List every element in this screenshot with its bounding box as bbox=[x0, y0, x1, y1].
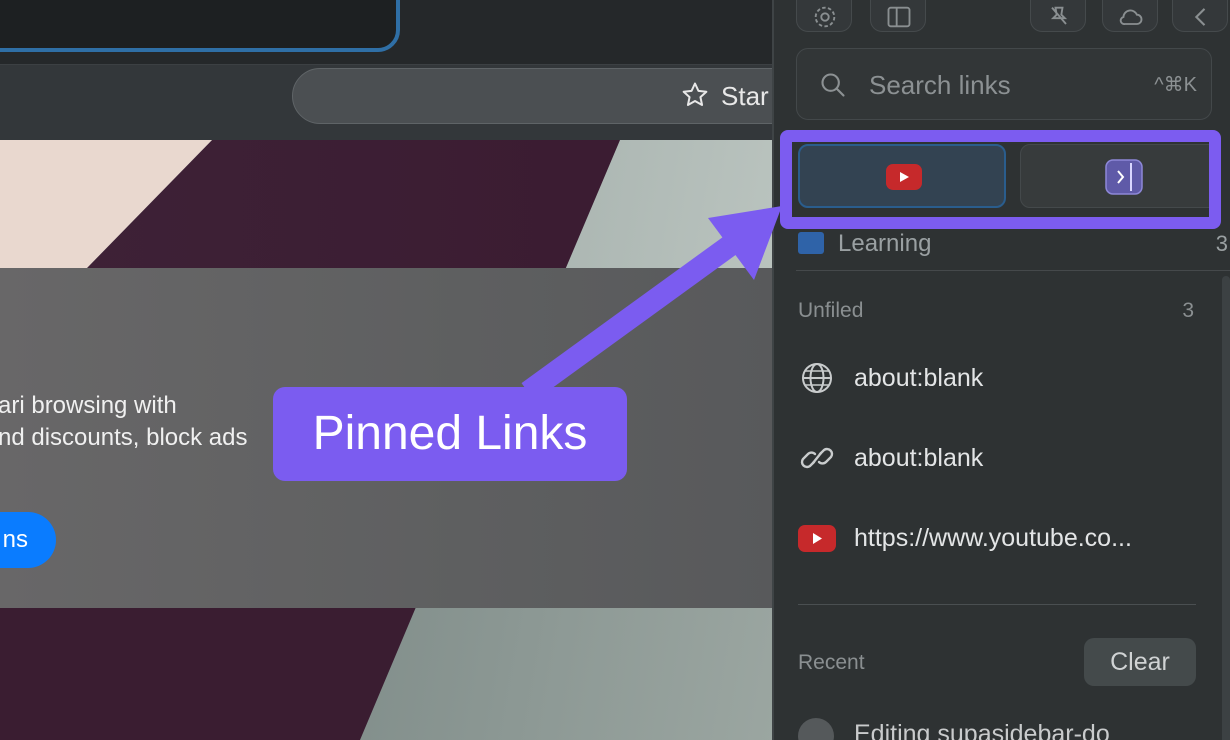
search-placeholder: Search links bbox=[869, 70, 1011, 100]
tab-bar bbox=[0, 0, 775, 64]
list-item[interactable]: https://www.youtube.co... bbox=[798, 516, 1198, 560]
list-item-label: https://www.youtube.co... bbox=[854, 524, 1132, 552]
promo-text: ari browsing with nd discounts, block ad… bbox=[0, 390, 247, 454]
gear-icon bbox=[814, 6, 836, 28]
collapse-button[interactable] bbox=[1172, 0, 1228, 32]
section-title-unfiled: Unfiled bbox=[798, 299, 864, 322]
promo-text-line: ari browsing with bbox=[0, 392, 177, 419]
github-icon bbox=[798, 718, 834, 740]
divider bbox=[796, 270, 1230, 271]
search-shortcut: ^⌘K bbox=[1154, 74, 1197, 96]
list-item-label: Editing supasidebar-do bbox=[854, 720, 1110, 740]
unpin-button[interactable] bbox=[1030, 0, 1086, 32]
layout-button[interactable] bbox=[870, 0, 926, 32]
settings-button[interactable] bbox=[796, 0, 852, 32]
divider bbox=[798, 604, 1196, 605]
links-sidebar: Search links ^⌘K Learning 3 Unfiled 3 ab… bbox=[772, 0, 1230, 740]
pinned-links-highlight bbox=[780, 130, 1221, 229]
link-icon bbox=[800, 447, 834, 469]
list-item[interactable]: Editing supasidebar-do bbox=[798, 712, 1198, 740]
folder-learning[interactable]: Learning 3 bbox=[798, 228, 1228, 264]
active-tab[interactable] bbox=[0, 0, 400, 52]
list-item[interactable]: about:blank bbox=[798, 356, 1198, 400]
promo-text-line: nd discounts, block ads bbox=[0, 424, 248, 451]
star-label: Star bbox=[721, 81, 769, 111]
search-icon bbox=[821, 73, 845, 97]
promo-button[interactable]: ns bbox=[0, 512, 56, 568]
sidebar-layout-icon bbox=[887, 6, 911, 28]
pin-off-icon bbox=[1050, 6, 1068, 25]
browser-window: Star ari browsing with nd discounts, blo… bbox=[0, 0, 775, 740]
list-item-label: about:blank bbox=[854, 364, 984, 392]
section-count-unfiled: 3 bbox=[1182, 299, 1194, 322]
search-input[interactable]: Search links ^⌘K bbox=[796, 48, 1212, 120]
folder-label: Learning bbox=[838, 230, 932, 257]
clear-recent-button[interactable]: Clear bbox=[1084, 638, 1196, 686]
folder-count: 3 bbox=[1215, 231, 1228, 256]
star-icon bbox=[682, 82, 708, 106]
cloud-sync-button[interactable] bbox=[1102, 0, 1158, 32]
folder-icon bbox=[798, 232, 824, 254]
youtube-icon bbox=[798, 525, 836, 552]
list-item[interactable]: about:blank bbox=[798, 436, 1198, 480]
pinned-links-callout: Pinned Links bbox=[273, 387, 627, 481]
sidebar-scrollbar[interactable] bbox=[1222, 276, 1230, 740]
globe-icon bbox=[802, 363, 832, 393]
chevron-left-icon bbox=[1194, 8, 1206, 26]
cloud-icon bbox=[1119, 9, 1143, 26]
list-item-label: about:blank bbox=[854, 444, 984, 472]
section-title-recent: Recent bbox=[798, 651, 865, 674]
